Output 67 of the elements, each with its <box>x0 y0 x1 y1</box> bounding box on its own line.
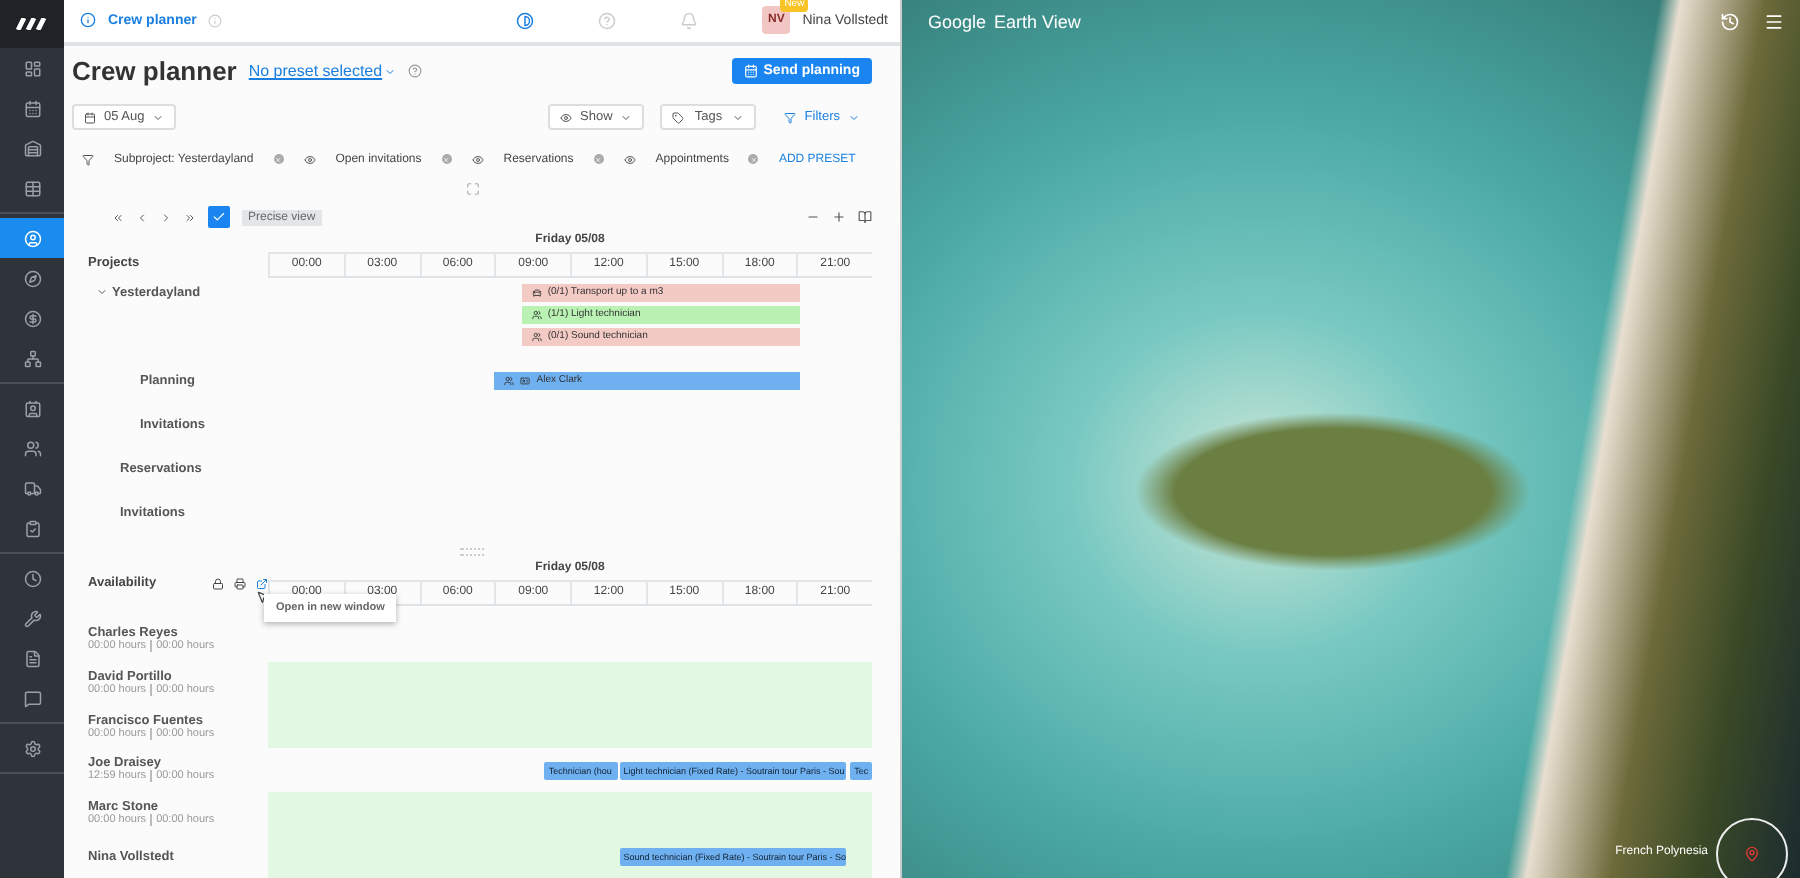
pin-icon <box>1744 846 1760 862</box>
cursor-icon <box>256 589 270 604</box>
calendar-icon <box>84 111 96 124</box>
menu-icon[interactable] <box>1764 12 1784 32</box>
history-icon[interactable] <box>1720 12 1740 32</box>
remove-button[interactable] <box>441 154 452 165</box>
product-name: Earth View <box>994 12 1081 32</box>
remove-button[interactable] <box>593 154 604 165</box>
table-icon <box>23 179 41 197</box>
caret-icon <box>384 65 397 78</box>
truck-icon <box>23 479 41 497</box>
caret-icon <box>152 111 165 124</box>
settings-icon <box>23 739 41 757</box>
contact-card-icon <box>23 399 41 417</box>
people-icon <box>531 309 542 320</box>
brand-name: Google <box>928 12 987 32</box>
clock-icon <box>23 569 41 587</box>
eye-icon <box>471 153 484 166</box>
calendar-icon <box>743 64 758 79</box>
remove-button[interactable] <box>748 154 759 165</box>
filter-icon <box>82 153 94 166</box>
filter-icon <box>784 111 797 124</box>
page-title: Crew planner <box>72 56 237 87</box>
calendar-icon <box>23 99 41 117</box>
previous-icon[interactable] <box>136 211 148 224</box>
last-icon[interactable] <box>184 211 196 224</box>
check-icon <box>212 210 226 225</box>
preset-link[interactable]: No preset selected <box>248 62 397 81</box>
warehouse-icon <box>23 139 41 157</box>
first-icon[interactable] <box>112 211 124 224</box>
tag-icon <box>672 111 685 124</box>
caret-icon <box>848 111 860 124</box>
zoom-in-icon[interactable] <box>832 210 846 225</box>
caret-icon <box>732 111 745 124</box>
chat-icon <box>23 689 41 707</box>
hierarchy-icon <box>23 349 41 367</box>
eye-icon <box>303 153 316 166</box>
lock-icon[interactable] <box>212 577 224 590</box>
wrench-icon <box>23 609 41 627</box>
theme-icon[interactable] <box>516 11 535 30</box>
document-icon <box>23 649 41 667</box>
help-icon[interactable] <box>408 64 423 79</box>
compass-icon <box>23 269 41 287</box>
clipboard-icon <box>23 519 41 537</box>
next-icon[interactable] <box>160 211 172 224</box>
user-icon <box>23 229 41 247</box>
user-nav-item[interactable] <box>0 218 64 258</box>
info-icon <box>208 13 223 28</box>
id-card-icon <box>520 375 531 386</box>
logo-icon <box>16 18 48 30</box>
dashboard-icon <box>23 59 41 77</box>
eye-icon <box>560 111 573 124</box>
remove-button[interactable] <box>273 154 284 165</box>
book-icon[interactable] <box>858 210 872 225</box>
people-icon <box>504 375 515 386</box>
people-icon <box>23 439 41 457</box>
compass-dial[interactable] <box>1716 818 1788 878</box>
eye-icon <box>623 153 636 166</box>
print-icon[interactable] <box>234 577 246 590</box>
car-icon <box>531 287 542 298</box>
caret-icon <box>620 111 633 124</box>
people-icon <box>531 331 542 342</box>
info-icon <box>80 12 96 29</box>
dollar-icon <box>23 309 41 327</box>
external-link-icon[interactable] <box>256 577 268 590</box>
checkbox[interactable] <box>208 206 230 229</box>
caret-icon[interactable] <box>96 285 108 298</box>
